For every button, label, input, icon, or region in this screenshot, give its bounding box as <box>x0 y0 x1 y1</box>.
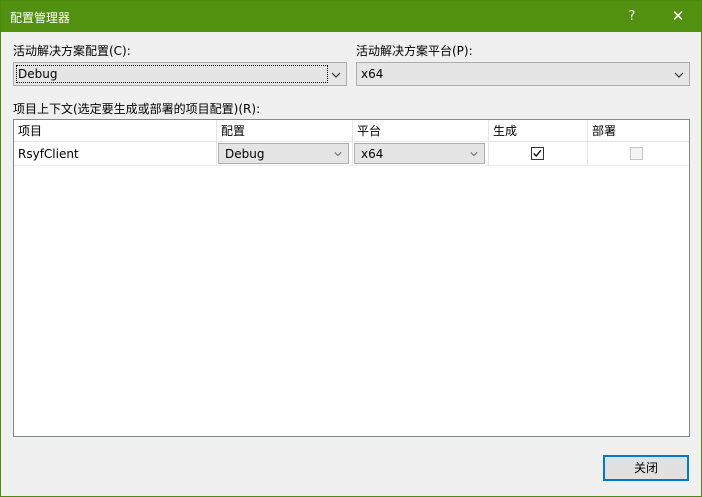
deploy-cell <box>588 142 689 166</box>
build-cell <box>489 142 588 166</box>
column-header-platform[interactable]: 平台 <box>353 120 489 142</box>
solution-platform-value: x64 <box>361 67 384 81</box>
solution-config-dropdown[interactable]: Debug <box>13 62 347 86</box>
solution-config-value: Debug <box>18 67 58 81</box>
solution-platform-label: 活动解决方案平台(P): <box>356 44 473 58</box>
help-button[interactable]: ? <box>609 1 655 32</box>
config-manager-dialog: 配置管理器 ? ✕ 活动解决方案配置(C): Debug 活动解决方案平台(P)… <box>0 0 702 497</box>
project-name: RsyfClient <box>18 147 79 161</box>
project-context-label: 项目上下文(选定要生成或部署的项目配置)(R): <box>13 102 261 116</box>
table-row[interactable]: RsyfClient Debug x64 <box>14 142 689 166</box>
project-cell: RsyfClient <box>14 142 217 166</box>
project-platform-value: x64 <box>361 147 384 161</box>
configuration-cell: Debug <box>217 142 353 166</box>
title-bar[interactable]: 配置管理器 ? ✕ <box>1 1 701 32</box>
close-window-button[interactable]: ✕ <box>655 1 701 32</box>
deploy-checkbox <box>630 147 643 160</box>
project-config-value: Debug <box>225 147 265 161</box>
focus-rect <box>16 65 328 83</box>
project-config-dropdown[interactable]: Debug <box>218 143 349 164</box>
column-header-configuration[interactable]: 配置 <box>217 120 353 142</box>
solution-config-label: 活动解决方案配置(C): <box>13 44 131 58</box>
column-header-build[interactable]: 生成 <box>489 120 588 142</box>
project-context-grid: 项目 配置 平台 生成 部署 RsyfClient Debug x64 <box>13 119 690 437</box>
build-checkbox[interactable] <box>531 147 544 160</box>
checkmark-icon <box>533 149 542 158</box>
project-platform-dropdown[interactable]: x64 <box>354 143 485 164</box>
column-header-deploy[interactable]: 部署 <box>588 120 689 142</box>
grid-header: 项目 配置 平台 生成 部署 <box>14 120 689 142</box>
column-header-project[interactable]: 项目 <box>14 120 217 142</box>
solution-platform-dropdown[interactable]: x64 <box>356 62 690 86</box>
chevron-down-icon <box>470 152 478 157</box>
chevron-down-icon <box>674 72 684 78</box>
chevron-down-icon <box>334 152 342 157</box>
chevron-down-icon <box>331 72 341 78</box>
close-button[interactable]: 关闭 <box>603 455 689 481</box>
window-title: 配置管理器 <box>10 11 71 25</box>
platform-cell: x64 <box>353 142 489 166</box>
